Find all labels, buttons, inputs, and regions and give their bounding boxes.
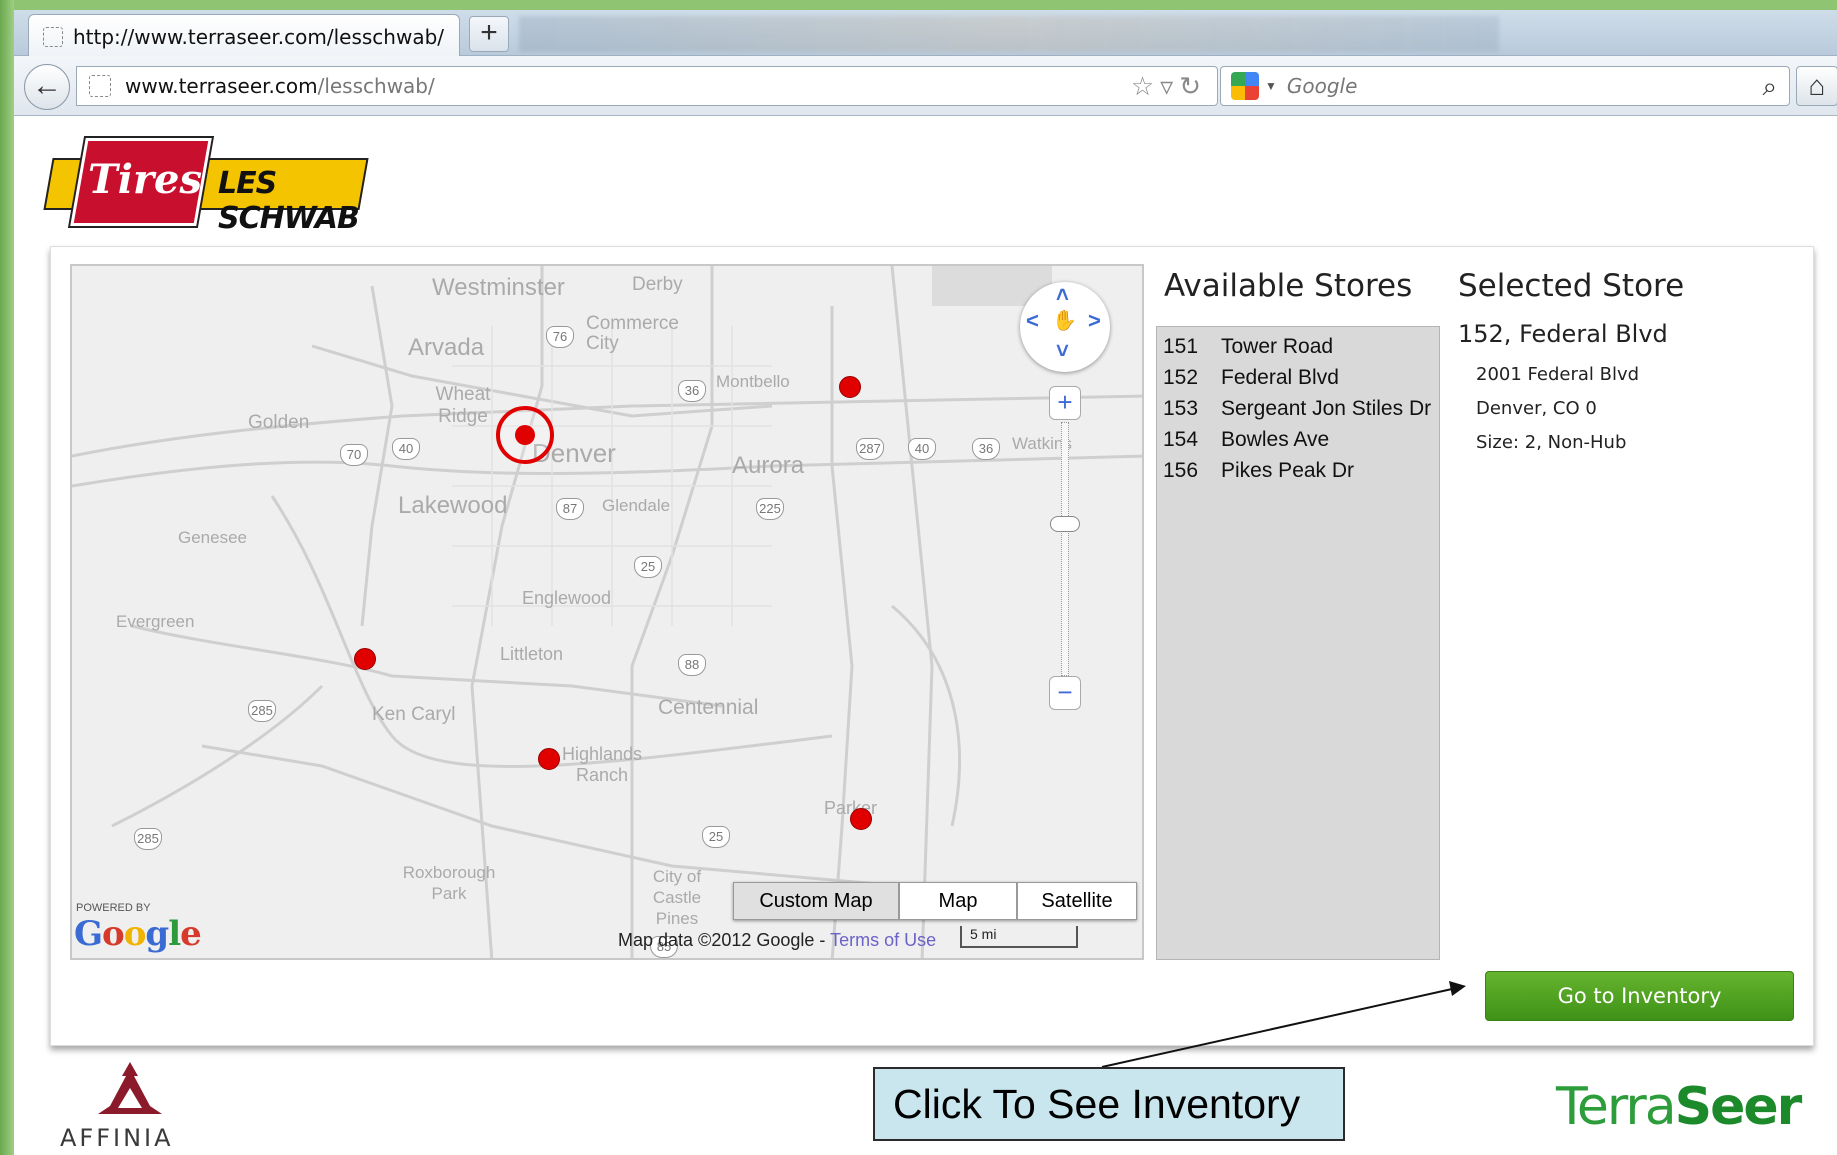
terraseer-wordmark-seer: Seer (1674, 1077, 1803, 1137)
affinia-wordmark: AFFINIA (60, 1124, 174, 1152)
affinia-logo: AFFINIA (60, 1062, 200, 1152)
terraseer-wordmark-terra: Terra (1556, 1077, 1677, 1137)
callout-box: Click To See Inventory (873, 1067, 1345, 1141)
affinia-mark-icon (98, 1062, 162, 1114)
callout-arrow (1101, 981, 1466, 1068)
terraseer-logo: TerraSeer (1556, 1077, 1803, 1137)
